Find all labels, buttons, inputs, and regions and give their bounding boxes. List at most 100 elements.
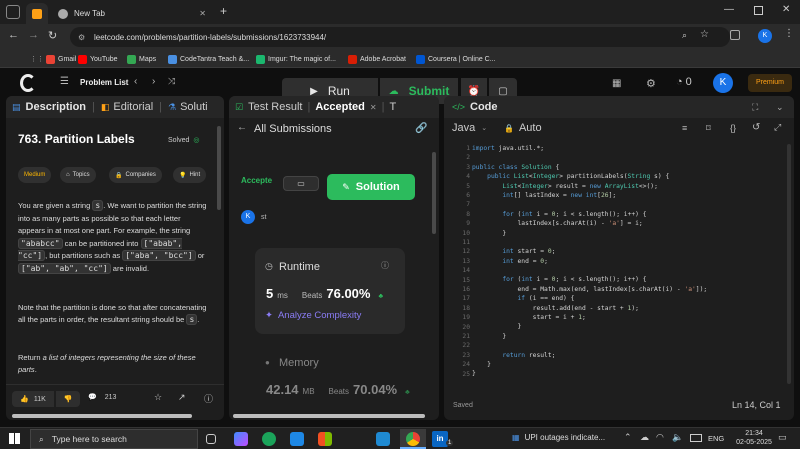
code-editor[interactable]: 1 2 3 4 5 6 7 8 9 10 11 12 13 14 15 16 17 18 19 20 21 22 23 24 2… xyxy=(444,144,784,389)
problem-list-link[interactable]: Problem List xyxy=(80,78,128,87)
extensions-icon[interactable] xyxy=(730,30,740,40)
code-line[interactable]: } xyxy=(472,322,707,331)
input-language[interactable]: ENG xyxy=(708,434,724,443)
bookmark-youtube[interactable]: YouTube xyxy=(78,52,118,66)
help-icon[interactable]: ⓘ xyxy=(204,392,213,405)
minimize-icon[interactable]: — xyxy=(724,4,734,15)
news-widget[interactable]: ▦ UPI outages indicate... xyxy=(512,433,605,442)
wifi-icon[interactable]: ◠ xyxy=(656,432,664,443)
code-line[interactable]: List<Integer> result = new ArrayList<>()… xyxy=(472,182,707,191)
editorial-button[interactable]: ▭ xyxy=(283,176,319,191)
code-line[interactable]: int end = 0; xyxy=(472,257,707,266)
submission-scrollbar[interactable] xyxy=(432,152,436,234)
next-problem-icon[interactable]: › xyxy=(152,76,155,87)
bookmark-imgur[interactable]: Imgur: The magic of... xyxy=(256,52,336,66)
chrome-taskbar-item[interactable] xyxy=(400,429,426,449)
layout-icon[interactable]: ▦ xyxy=(612,78,621,89)
bookmark-maps[interactable]: Maps xyxy=(127,52,156,66)
tab-description[interactable]: Description xyxy=(26,101,87,113)
submission-hscrollbar[interactable] xyxy=(233,414,425,418)
battery-icon[interactable] xyxy=(690,434,702,442)
tab-editorial[interactable]: Editorial xyxy=(113,101,153,113)
prev-problem-icon[interactable]: ‹ xyxy=(134,76,137,87)
all-submissions-link[interactable]: All Submissions xyxy=(254,123,332,135)
description-hscrollbar[interactable] xyxy=(12,414,192,418)
tab-truncated[interactable]: T xyxy=(389,101,396,113)
site-info-icon[interactable]: ⚙ xyxy=(78,33,85,42)
difficulty-badge[interactable]: Medium xyxy=(18,167,52,183)
code-line[interactable]: end = Math.max(end, lastIndex[s.charAt(i… xyxy=(472,285,708,294)
description-scrollbar[interactable] xyxy=(217,126,221,210)
dislike-button[interactable]: 👎 xyxy=(56,391,80,407)
premium-button[interactable]: Premium xyxy=(748,74,792,92)
bookmark-adobe[interactable]: Adobe Acrobat xyxy=(348,52,406,66)
clock[interactable]: 21:34 02-05-2025 xyxy=(734,429,774,447)
tab-new-tab[interactable]: New Tab ✕ xyxy=(52,3,212,24)
bookmark-coursera[interactable]: Coursera | Online C... xyxy=(416,52,496,66)
code-line[interactable] xyxy=(472,341,707,350)
code-line[interactable]: import java.util.*; xyxy=(472,144,707,153)
like-button[interactable]: 👍 11K xyxy=(12,391,54,407)
comments-button[interactable]: 💬 213 xyxy=(88,393,116,402)
runtime-card[interactable]: ◷ Runtime ⓘ 5 ms Beats 76.00% ♣ ✦ Analyze… xyxy=(255,248,405,334)
url-field[interactable]: ⚙ leetcode.com/problems/partition-labels… xyxy=(70,27,730,47)
code-line[interactable]: } xyxy=(472,369,707,378)
tab-search-icon[interactable] xyxy=(6,5,20,19)
new-tab-icon[interactable]: + xyxy=(220,4,227,18)
reload-icon[interactable]: ↻ xyxy=(48,29,57,42)
cloud-icon[interactable]: ☁ xyxy=(640,432,649,443)
code-line[interactable]: } xyxy=(472,360,707,369)
companies-chip[interactable]: 🔒 Companies xyxy=(109,167,162,183)
format-icon[interactable]: ≡ xyxy=(682,123,687,133)
code-line[interactable] xyxy=(472,200,707,209)
code-line[interactable] xyxy=(472,266,707,275)
settings-gear-icon[interactable]: ⚙ xyxy=(646,77,656,90)
back-icon[interactable]: ← xyxy=(8,29,19,41)
favorite-star-icon[interactable]: ☆ xyxy=(154,392,162,403)
tray-chevron-icon[interactable]: ⌃ xyxy=(624,432,632,443)
tab-solutions[interactable]: Soluti xyxy=(180,101,208,113)
bookmark-star-icon[interactable]: ☆ xyxy=(700,29,709,40)
code-line[interactable]: public class Solution { xyxy=(472,163,707,172)
streak-counter[interactable]: ◔ 0 xyxy=(676,76,692,88)
code-line[interactable] xyxy=(472,238,707,247)
code-line[interactable]: start = i + 1; xyxy=(472,313,707,322)
copilot-icon[interactable] xyxy=(234,432,248,446)
code-line[interactable]: return result; xyxy=(472,351,707,360)
edge-icon[interactable] xyxy=(262,432,276,446)
code-line[interactable]: public List<Integer> partitionLabels(Str… xyxy=(472,172,707,181)
notification-icon[interactable]: ▭ xyxy=(778,432,787,443)
user-avatar[interactable]: K xyxy=(713,73,733,93)
code-scrollbar[interactable] xyxy=(787,144,791,384)
code-line[interactable]: if (i == end) { xyxy=(472,294,707,303)
code-line[interactable]: for (int i = 0; i < s.length(); i++) { xyxy=(472,275,707,284)
tab-test-result[interactable]: Test Result xyxy=(248,101,302,113)
braces-icon[interactable]: {} xyxy=(730,123,736,133)
restore-icon[interactable] xyxy=(754,6,763,15)
tab-accepted[interactable]: Accepted xyxy=(315,101,365,113)
code-line[interactable]: } xyxy=(472,332,707,341)
auto-mode-toggle[interactable]: 🔒 Auto xyxy=(504,122,542,134)
code-line[interactable] xyxy=(472,153,707,162)
shuffle-icon[interactable]: ⤨ xyxy=(168,76,175,87)
start-windows-icon[interactable] xyxy=(9,433,20,444)
hint-chip[interactable]: 💡 Hint xyxy=(173,167,207,183)
close-tab-icon[interactable]: ✕ xyxy=(370,103,377,112)
code-line[interactable]: lastIndex[s.charAt(i) - 'a'] = i; xyxy=(472,219,707,228)
code-line[interactable]: } xyxy=(472,229,707,238)
link-icon[interactable]: 🔗 xyxy=(415,123,427,134)
memory-card[interactable]: ● Memory 42.14 MB Beats 70.04% ♣ xyxy=(255,348,431,410)
code-body[interactable]: import java.util.*; public class Solutio… xyxy=(472,144,707,379)
share-icon[interactable]: ↗ xyxy=(178,392,186,403)
taskbar-search-box[interactable]: ⌕ Type here to search xyxy=(30,429,198,449)
back-arrow-icon[interactable]: ← xyxy=(237,122,247,133)
bookmark-gmail[interactable]: Gmail xyxy=(46,52,76,66)
close-icon[interactable]: ✕ xyxy=(199,9,206,18)
apps-icon[interactable]: ⋮⋮ xyxy=(30,52,44,66)
code-line[interactable]: result.add(end - start + 1); xyxy=(472,304,707,313)
analyze-complexity-link[interactable]: ✦ Analyze Complexity xyxy=(265,310,361,321)
profile-avatar[interactable]: K xyxy=(758,29,772,43)
topics-chip[interactable]: ⌂ Topics xyxy=(60,167,96,183)
zoom-icon[interactable]: ⌕ xyxy=(682,30,687,41)
more-icon[interactable]: ⌄ xyxy=(776,102,784,113)
